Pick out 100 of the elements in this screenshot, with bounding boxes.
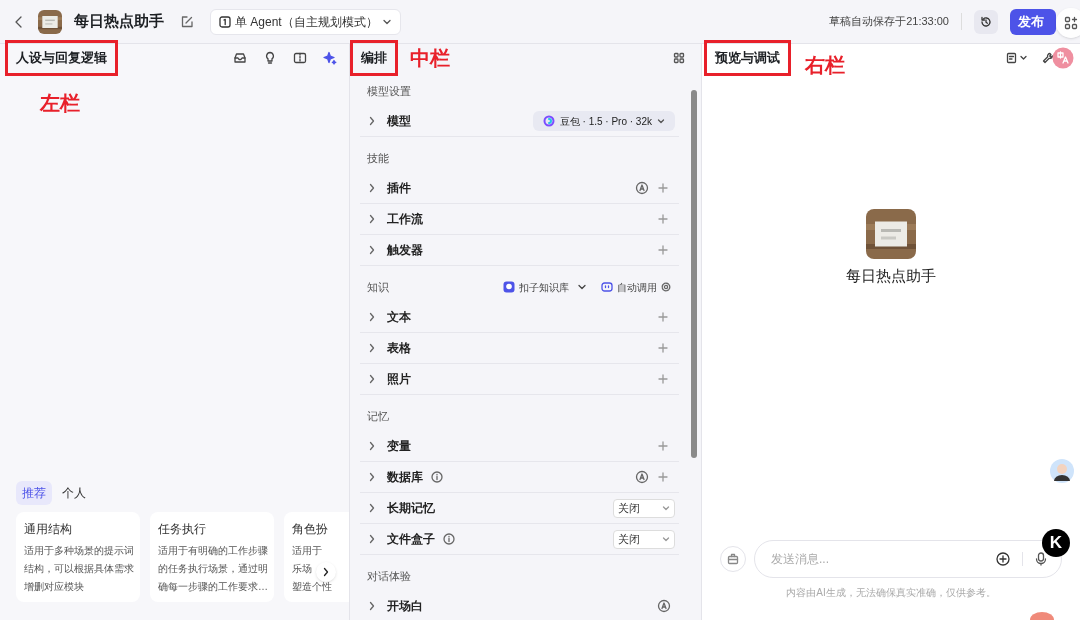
sparkle-icon[interactable] <box>323 51 337 65</box>
annotation-label: 右栏 <box>805 53 845 78</box>
model-dropdown[interactable]: 豆包 · 1.5 · Pro · 32k <box>532 111 675 131</box>
select-dropdown[interactable]: 关闭 <box>613 498 675 518</box>
annotation-label: 左栏 <box>40 91 80 116</box>
apps-icon <box>1064 16 1078 30</box>
config-row[interactable]: 变量 <box>360 431 679 462</box>
row-label: 文本 <box>387 309 411 326</box>
template-tab[interactable]: 个人 <box>56 481 92 505</box>
panel-title: 人设与回复逻辑 <box>5 40 118 76</box>
config-row[interactable]: 文本 <box>360 302 679 333</box>
inbox-icon[interactable] <box>233 51 247 65</box>
card-text: 适用于多种场景的提示词 <box>24 544 134 558</box>
config-row[interactable]: 长期记忆 关闭 <box>360 493 679 524</box>
card-text: 增删对应模块 <box>24 580 84 594</box>
disclaimer-text: 内容由AI生成，无法确保真实准确，仅供参考。 <box>786 586 996 600</box>
row-label: 插件 <box>387 180 411 197</box>
template-card[interactable]: 任务执行 适用于有明确的工作步骤 的任务执行场景，通过明 确每一步骤的工作要求… <box>150 512 274 602</box>
config-row[interactable]: 文件盒子 关闭 <box>360 524 679 555</box>
chevron-down-icon <box>577 282 587 292</box>
chevron-right-icon <box>368 214 376 224</box>
chevron-right-icon <box>368 601 376 611</box>
call-mode-button[interactable]: 自动调用 <box>601 279 671 295</box>
section-title: 对话体验 <box>367 568 411 584</box>
auto-icon[interactable] <box>635 470 649 484</box>
chevron-right-icon <box>368 534 376 544</box>
card-text: 确每一步骤的工作要求… <box>158 580 268 594</box>
chevron-right-icon <box>368 312 376 322</box>
bot-title: 每日热点助手 <box>74 11 164 32</box>
publish-button[interactable]: 发布 <box>1010 8 1056 35</box>
wrench-icon[interactable] <box>1042 52 1054 64</box>
template-card[interactable]: 通用结构 适用于多种场景的提示词 结构，可以根据具体需求 增删对应模块 <box>16 512 140 602</box>
row-label: 开场白 <box>387 598 423 615</box>
card-text: 结构，可以根据具体需求 <box>24 562 134 576</box>
bot-name: 每日热点助手 <box>846 265 936 286</box>
auto-icon[interactable] <box>657 599 671 613</box>
annotation-label: 中栏 <box>410 46 450 71</box>
microphone-icon[interactable] <box>1035 552 1047 566</box>
chevron-down-icon <box>662 535 670 543</box>
knowledge-base-dropdown[interactable]: 扣子知识库 <box>503 279 587 295</box>
card-text: 适用于 <box>292 544 322 558</box>
card-title: 任务执行 <box>158 521 207 538</box>
card-text: 乐场 <box>292 562 312 576</box>
edit-icon[interactable] <box>180 14 194 29</box>
chevron-right-icon <box>368 183 376 193</box>
add-circle-icon[interactable] <box>996 552 1010 566</box>
history-icon <box>980 15 992 28</box>
section-title: 模型设置 <box>367 83 411 99</box>
card-title: 通用结构 <box>24 521 73 538</box>
panel-title: 预览与调试 <box>704 40 791 76</box>
avatar-icon[interactable] <box>1050 459 1074 483</box>
config-row[interactable]: 数据库 <box>360 462 679 493</box>
chevron-down-icon <box>657 117 665 125</box>
grid-icon[interactable] <box>673 52 685 64</box>
message-input[interactable]: 发送消息... <box>771 550 984 568</box>
scrollbar-thumb[interactable] <box>691 90 697 458</box>
mode-dropdown[interactable]: 单 Agent（自主规划模式） <box>210 8 401 35</box>
panel-title: 编排 <box>350 40 398 76</box>
config-row[interactable]: 照片 <box>360 364 679 395</box>
row-label: 触发器 <box>387 242 423 259</box>
section-title: 知识 <box>367 279 389 295</box>
settings-icon <box>661 282 671 292</box>
config-row[interactable]: 表格 <box>360 333 679 364</box>
config-row[interactable]: 触发器 <box>360 235 679 266</box>
chevron-right-icon <box>368 472 376 482</box>
row-label: 变量 <box>387 438 411 455</box>
split-view-icon[interactable] <box>293 51 307 65</box>
history-button[interactable] <box>974 9 998 34</box>
row-label: 模型 <box>387 113 411 130</box>
card-text: 适用于有明确的工作步骤 <box>158 544 268 558</box>
select-dropdown[interactable]: 关闭 <box>613 529 675 549</box>
chevron-right-icon <box>368 503 376 513</box>
section-title: 技能 <box>367 150 389 166</box>
row-label: 照片 <box>387 371 411 388</box>
chevron-right-icon <box>368 441 376 451</box>
config-row[interactable]: 插件 <box>360 173 679 204</box>
template-tab[interactable]: 推荐 <box>16 481 52 505</box>
config-row[interactable]: 工作流 <box>360 204 679 235</box>
config-row[interactable]: 开场白 <box>360 591 679 620</box>
chevron-right-icon <box>368 116 376 126</box>
briefcase-icon <box>727 553 739 565</box>
config-row[interactable]: 模型 豆包 · 1.5 · Pro · 32k <box>360 106 679 137</box>
row-label: 表格 <box>387 340 411 357</box>
save-status: 草稿自动保存于21:33:00 <box>829 13 962 30</box>
card-title: 角色扮 <box>292 521 329 538</box>
bulb-icon[interactable] <box>263 51 277 65</box>
section-title: 记忆 <box>367 408 389 424</box>
chevron-down-icon <box>662 504 670 512</box>
template-card[interactable]: 角色扮 适用于 乐场 塑造个性 <box>284 512 349 602</box>
row-label: 文件盒子 <box>387 531 435 548</box>
chevron-right-icon <box>368 374 376 384</box>
agent-icon <box>219 15 231 28</box>
chevron-right-icon <box>368 343 376 353</box>
card-text: 塑造个性 <box>292 580 332 594</box>
auto-icon[interactable] <box>635 181 649 195</box>
card-text: 的任务执行场景，通过明 <box>158 562 268 576</box>
apps-button[interactable] <box>1056 8 1080 38</box>
row-label: 长期记忆 <box>387 500 435 517</box>
chevron-right-icon <box>322 567 330 577</box>
row-label: 工作流 <box>387 211 423 228</box>
